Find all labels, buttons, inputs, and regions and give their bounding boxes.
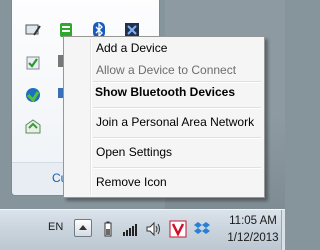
menu-item-open-settings[interactable]: Open Settings	[96, 141, 261, 163]
clock-time: 11:05 AM	[229, 215, 277, 227]
network-signal-icon[interactable]	[122, 221, 138, 237]
battery-icon[interactable]	[100, 221, 116, 237]
envelope-icon[interactable]	[25, 119, 41, 135]
menu-separator	[93, 107, 261, 109]
check-shield-icon[interactable]	[25, 55, 41, 71]
menu-separator	[93, 167, 261, 169]
menu-item-add-device[interactable]: Add a Device	[96, 37, 261, 59]
monitor-pen-icon[interactable]	[25, 22, 41, 38]
clock-date: 1/12/2013	[227, 232, 279, 244]
menu-item-allow-device: Allow a Device to Connect	[96, 63, 237, 77]
menu-gutter	[90, 39, 92, 195]
taskbar: EN 11:05 AM 1/12/2013	[0, 209, 285, 250]
menu-item-remove-icon[interactable]: Remove Icon	[96, 171, 261, 193]
show-hidden-icons-button[interactable]	[74, 219, 92, 237]
chevron-up-icon	[79, 225, 87, 230]
volume-icon[interactable]	[145, 221, 161, 237]
clock[interactable]: 11:05 AM 1/12/2013	[224, 213, 282, 247]
update-globe-icon[interactable]	[25, 87, 41, 103]
menu-item-join-pan[interactable]: Join a Personal Area Network	[96, 111, 261, 133]
language-indicator[interactable]: EN	[48, 221, 63, 233]
show-desktop-button[interactable]	[281, 210, 285, 250]
menu-separator	[93, 137, 261, 139]
antivirus-v-icon[interactable]	[169, 220, 187, 238]
dropbox-icon[interactable]	[193, 220, 211, 238]
menu-item-show-bluetooth-devices[interactable]: Show Bluetooth Devices	[95, 81, 261, 103]
bluetooth-context-menu: Add a Device Allow a Device to Connect S…	[63, 36, 265, 198]
